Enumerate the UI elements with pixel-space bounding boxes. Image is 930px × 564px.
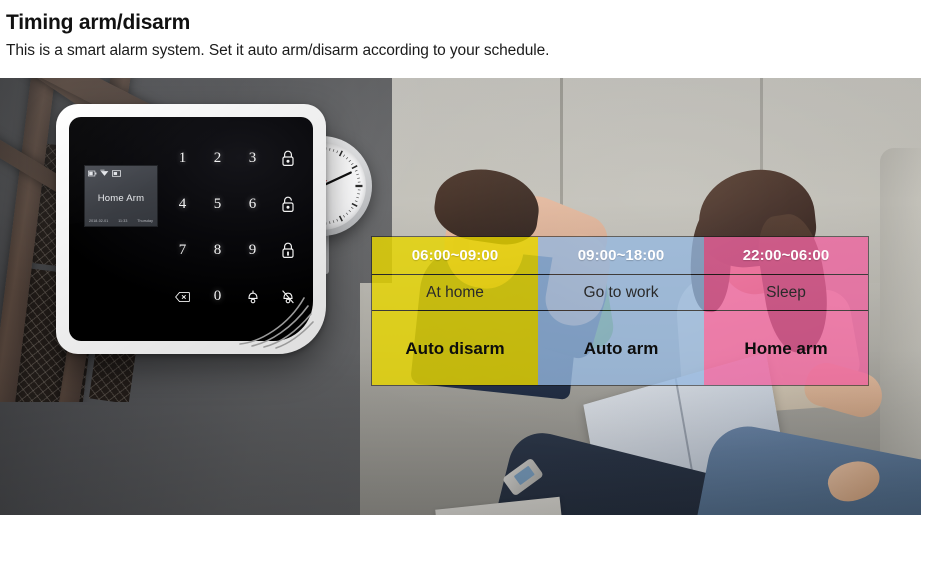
key-9[interactable]: 9 (249, 243, 257, 258)
key-3[interactable]: 3 (249, 150, 257, 166)
hero-photo: Home Arm 2018-02-01 11:33 Thursday 1 2 3 (0, 78, 921, 515)
schedule-activity-morning: At home (372, 275, 538, 310)
schedule-action-morning: Auto disarm (372, 311, 538, 385)
schedule-table: 06:00~09:00 09:00~18:00 22:00~06:00 At h… (371, 236, 869, 386)
alarm-control-panel[interactable]: Home Arm 2018-02-01 11:33 Thursday 1 2 3 (56, 104, 326, 354)
lcd-datetime: 2018-02-01 11:33 Thursday (88, 219, 154, 224)
lcd-status-bar (88, 169, 154, 177)
key-4[interactable]: 4 (179, 196, 187, 212)
key-2[interactable]: 2 (214, 150, 222, 166)
schedule-activity-night: Sleep (704, 275, 868, 310)
schedule-action-night: Home arm (704, 311, 868, 385)
keypad[interactable]: 1 2 3 4 5 6 7 8 9 0 (165, 135, 305, 320)
clock-minute-hand (320, 171, 352, 188)
schedule-time-daytime: 09:00~18:00 (538, 237, 704, 274)
lcd-weekday: Thursday (137, 219, 153, 223)
sim-icon (112, 169, 121, 177)
schedule-action-daytime: Auto arm (538, 311, 704, 385)
bell-on-icon[interactable] (246, 289, 260, 305)
key-8[interactable]: 8 (214, 243, 222, 258)
panel-touch-face[interactable]: Home Arm 2018-02-01 11:33 Thursday 1 2 3 (69, 117, 313, 341)
lcd-date: 2018-02-01 (89, 219, 109, 223)
backspace-icon[interactable] (175, 291, 190, 303)
bell-off-icon[interactable] (281, 289, 295, 305)
battery-icon (88, 170, 97, 176)
signal-icon (100, 169, 109, 176)
lock-closed-icon[interactable] (281, 150, 295, 167)
lcd-display: Home Arm 2018-02-01 11:33 Thursday (84, 165, 158, 227)
page-title: Timing arm/disarm (6, 11, 191, 34)
schedule-time-row: 06:00~09:00 09:00~18:00 22:00~06:00 (372, 237, 868, 274)
lcd-mode-text: Home Arm (97, 192, 145, 204)
schedule-time-night: 22:00~06:00 (704, 237, 868, 274)
schedule-time-morning: 06:00~09:00 (372, 237, 538, 274)
schedule-action-row: Auto disarm Auto arm Home arm (372, 311, 868, 385)
key-1[interactable]: 1 (179, 150, 187, 166)
key-7[interactable]: 7 (179, 243, 187, 258)
key-0[interactable]: 0 (214, 289, 222, 304)
schedule-activity-row: At home Go to work Sleep (372, 274, 868, 311)
key-6[interactable]: 6 (249, 196, 257, 212)
page-header: Timing arm/disarm This is a smart alarm … (0, 0, 930, 62)
key-5[interactable]: 5 (214, 196, 222, 212)
page-subtitle: This is a smart alarm system. Set it aut… (6, 42, 550, 59)
lock-open-icon[interactable] (281, 196, 295, 213)
schedule-activity-daytime: Go to work (538, 275, 704, 310)
lock-home-icon[interactable] (281, 242, 295, 259)
lcd-time: 11:33 (118, 219, 128, 223)
